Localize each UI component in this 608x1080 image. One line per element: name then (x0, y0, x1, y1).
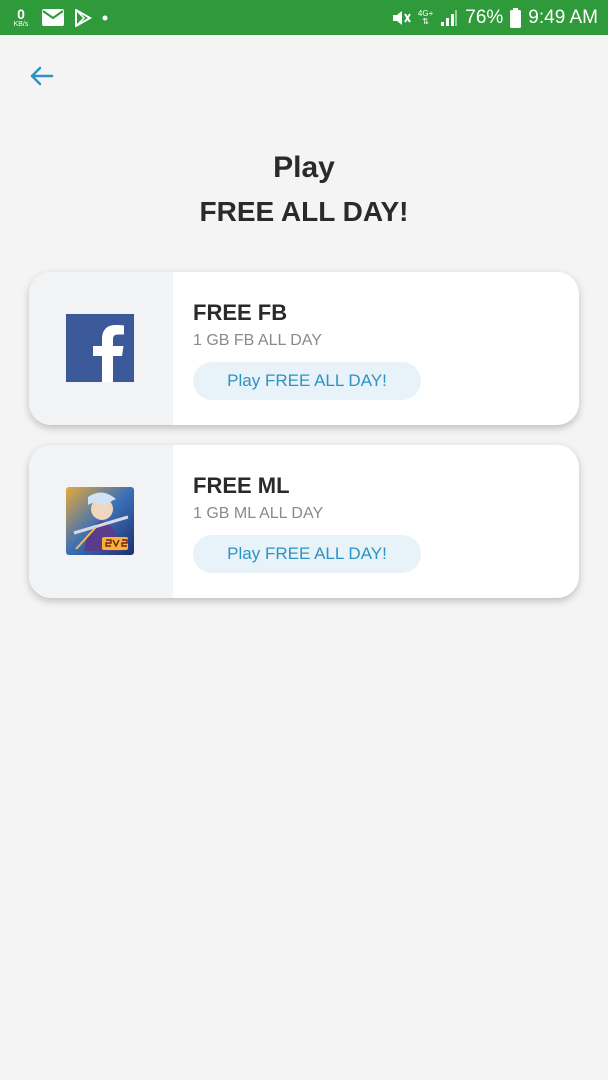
card-title: FREE FB (193, 300, 288, 325)
heading-line2: FREE ALL DAY! (199, 196, 409, 227)
card-subtitle: 1 GB FB ALL DAY (193, 332, 322, 349)
net-speed-indicator: 0 KB/s (10, 7, 32, 28)
card-subtitle: 1 GB ML ALL DAY (193, 505, 324, 522)
data-arrows-icon: ⇅ (422, 16, 429, 26)
signal-icon (440, 9, 458, 27)
clock: 9:49 AM (528, 6, 598, 28)
net-speed-value: 0 (17, 6, 25, 22)
mail-icon (42, 9, 64, 26)
back-arrow-icon (30, 66, 54, 86)
heading-line1: Play (273, 151, 335, 184)
status-bar: 0 KB/s 4G+ ⇅ 76% 9:49 AM (0, 0, 608, 35)
play-free-button[interactable]: Play FREE ALL DAY! (193, 362, 421, 400)
battery-icon (510, 7, 522, 28)
card-icon-panel (29, 272, 173, 425)
battery-percent: 76% (465, 6, 504, 28)
network-type: 4G+ ⇅ (418, 9, 433, 26)
page-heading: Play FREE ALL DAY! (0, 148, 608, 232)
notification-dot-icon (102, 15, 108, 21)
play-free-button[interactable]: Play FREE ALL DAY! (193, 535, 421, 573)
mobile-legends-icon (66, 487, 134, 555)
promo-card-fb[interactable]: FREE FB 1 GB FB ALL DAY Play FREE ALL DA… (29, 272, 579, 425)
play-store-icon (74, 8, 92, 27)
card-icon-panel (29, 445, 173, 598)
mute-icon (391, 9, 411, 27)
back-button[interactable] (26, 60, 58, 92)
net-speed-unit: KB/s (13, 21, 29, 28)
facebook-icon (66, 314, 134, 382)
card-title: FREE ML (193, 473, 290, 498)
promo-card-ml[interactable]: FREE ML 1 GB ML ALL DAY Play FREE ALL DA… (29, 445, 579, 598)
